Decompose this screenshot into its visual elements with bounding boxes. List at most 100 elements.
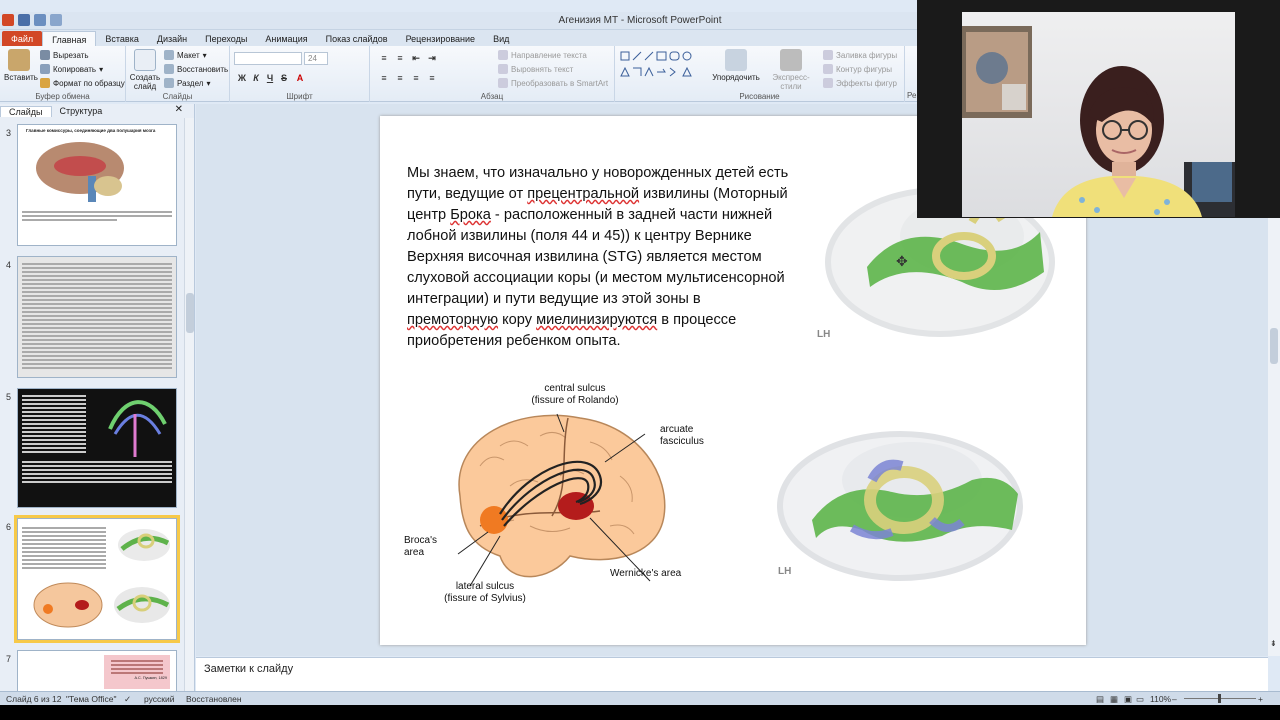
text-direction-icon — [498, 50, 508, 60]
arrange-button[interactable]: Упорядочить — [711, 49, 761, 82]
spellcheck-icon[interactable]: ✓ — [124, 694, 131, 705]
font-name-box[interactable] — [234, 52, 302, 65]
close-icon[interactable]: ✕ — [167, 104, 191, 115]
spellcheck-word: премоторную — [407, 312, 499, 328]
scrollbar-thumb[interactable] — [1270, 328, 1278, 364]
layout-button[interactable]: Макет ▾ — [164, 50, 207, 60]
tab-design[interactable]: Дизайн — [148, 31, 196, 46]
bold-button[interactable]: Ж — [236, 72, 248, 84]
webcam-video — [962, 12, 1235, 217]
thumbnail-number: 7 — [6, 654, 12, 664]
tab-animations[interactable]: Анимация — [256, 31, 316, 46]
thumbnail-number: 4 — [6, 260, 12, 270]
language-indicator[interactable]: русский — [144, 694, 175, 704]
notes-pane[interactable]: Заметки к слайду — [196, 657, 1268, 691]
presenter-video-icon — [962, 26, 1235, 217]
shapes-gallery-icon[interactable] — [619, 50, 703, 86]
format-painter-button[interactable]: Формат по образцу — [40, 78, 125, 88]
zoom-slider-thumb[interactable] — [1218, 694, 1221, 703]
font-group-label: Шрифт — [286, 92, 313, 101]
tab-outline[interactable]: Структура — [52, 106, 111, 116]
restored-status: Восстановлен — [186, 694, 242, 704]
slide-thumbnail-3[interactable]: Главные комиссуры, соединяющие два полуш… — [17, 124, 177, 246]
tab-file[interactable]: Файл — [2, 31, 43, 46]
layout-icon — [164, 50, 174, 60]
arrange-icon — [725, 49, 747, 71]
normal-view-icon[interactable]: ▤ — [1096, 694, 1104, 705]
slide-thumbnail-4[interactable] — [17, 256, 177, 378]
mouse-cursor-icon: ✥ — [896, 253, 908, 269]
shape-outline-button[interactable]: Контур фигуры — [823, 64, 892, 74]
reading-view-icon[interactable]: ▣ — [1124, 694, 1132, 705]
slide-sorter-icon[interactable]: ▦ — [1110, 694, 1118, 705]
bullets-icon[interactable]: ≡ — [378, 52, 390, 64]
tab-slideshow[interactable]: Показ слайдов — [317, 31, 397, 46]
new-slide-button[interactable]: Создать слайд — [129, 49, 161, 91]
new-slide-icon — [134, 49, 156, 71]
clipboard-group-label: Буфер обмена — [35, 92, 90, 101]
brain-lh-bottom-image — [777, 431, 1023, 581]
text-direction-button[interactable]: Направление текста — [498, 50, 587, 60]
slide-thumbnail-6[interactable] — [14, 515, 180, 643]
reset-button[interactable]: Восстановить — [164, 64, 228, 74]
tab-slides[interactable]: Слайды — [0, 105, 52, 117]
underline-button[interactable]: Ч — [264, 72, 276, 84]
shape-fill-button[interactable]: Заливка фигуры — [823, 50, 897, 60]
numbering-icon[interactable]: ≡ — [394, 52, 406, 64]
quick-styles-button[interactable]: Экспресс-стили — [765, 49, 817, 91]
next-slide-icon[interactable]: ⇟ — [1270, 639, 1277, 648]
lh-label-bottom: LH — [778, 566, 792, 577]
paint-bucket-icon — [823, 50, 833, 60]
slide-scrollbar[interactable]: ⇟ — [1268, 218, 1280, 656]
cut-button[interactable]: Вырезать — [40, 50, 89, 60]
pane-tabs: Слайды Структура ✕ — [0, 104, 195, 118]
zoom-level[interactable]: 110% — [1150, 694, 1171, 704]
thumbnail-caption: А.С. Пушкин, 1829 — [134, 676, 167, 680]
align-right-icon[interactable]: ≡ — [410, 72, 422, 84]
slide-thumbnail-5[interactable] — [17, 388, 177, 508]
zoom-out-icon[interactable]: – — [1172, 694, 1177, 704]
spellcheck-word: прецентральной — [527, 186, 640, 202]
tab-review[interactable]: Рецензирование — [397, 31, 485, 46]
shape-effects-button[interactable]: Эффекты фигур — [823, 78, 897, 88]
clipboard-group: Вставить Вырезать Копировать ▾ Формат по … — [0, 46, 126, 102]
theme-name[interactable]: "Тема Office" — [66, 694, 116, 704]
slide-body-text[interactable]: Мы знаем, что изначально у новорожденных… — [407, 163, 791, 352]
smartart-icon — [498, 78, 508, 88]
quick-styles-label: Экспресс-стили — [772, 73, 810, 91]
notes-placeholder: Заметки к слайду — [204, 663, 294, 675]
slideshow-icon[interactable]: ▭ — [1136, 694, 1144, 705]
thumbnail-title: Главные комиссуры, соединяющие два полуш… — [26, 128, 156, 133]
align-left-icon[interactable]: ≡ — [378, 72, 390, 84]
arrange-label: Упорядочить — [712, 73, 760, 82]
label-wernickes-area: Wernicke's area — [610, 568, 682, 579]
tab-home[interactable]: Главная — [42, 31, 97, 46]
increase-indent-icon[interactable]: ⇥ — [426, 52, 438, 64]
strikethrough-button[interactable]: S — [278, 72, 290, 84]
font-color-button[interactable]: A — [294, 72, 306, 84]
italic-button[interactable]: К — [250, 72, 262, 84]
paste-label: Вставить — [4, 73, 38, 82]
decrease-indent-icon[interactable]: ⇤ — [410, 52, 422, 64]
slide-thumbnail-7[interactable]: А.С. Пушкин, 1829 — [17, 650, 177, 691]
justify-icon[interactable]: ≡ — [426, 72, 438, 84]
zoom-in-icon[interactable]: + — [1258, 694, 1263, 704]
tab-view[interactable]: Вид — [484, 31, 518, 46]
align-center-icon[interactable]: ≡ — [394, 72, 406, 84]
brain-thumbnail-image — [36, 142, 124, 202]
paste-button[interactable]: Вставить — [4, 49, 38, 82]
copy-icon — [40, 64, 50, 74]
align-text-button[interactable]: Выровнять текст — [498, 64, 573, 74]
smartart-button[interactable]: Преобразовать в SmartArt — [498, 78, 608, 88]
font-size-box[interactable]: 24 — [304, 52, 328, 65]
scrollbar-thumb[interactable] — [186, 293, 194, 333]
label-text: fasciculus — [660, 436, 704, 447]
tab-transitions[interactable]: Переходы — [196, 31, 256, 46]
thumbnail-scrollbar[interactable] — [184, 118, 194, 691]
section-button[interactable]: Раздел ▾ — [164, 78, 210, 88]
label-text: arcuate — [660, 424, 694, 435]
copy-button[interactable]: Копировать ▾ — [40, 64, 103, 74]
tab-insert[interactable]: Вставка — [96, 31, 147, 46]
drawing-group: Упорядочить Экспресс-стили Заливка фигур… — [615, 46, 905, 102]
spellcheck-word: миелинизируются — [536, 312, 658, 328]
